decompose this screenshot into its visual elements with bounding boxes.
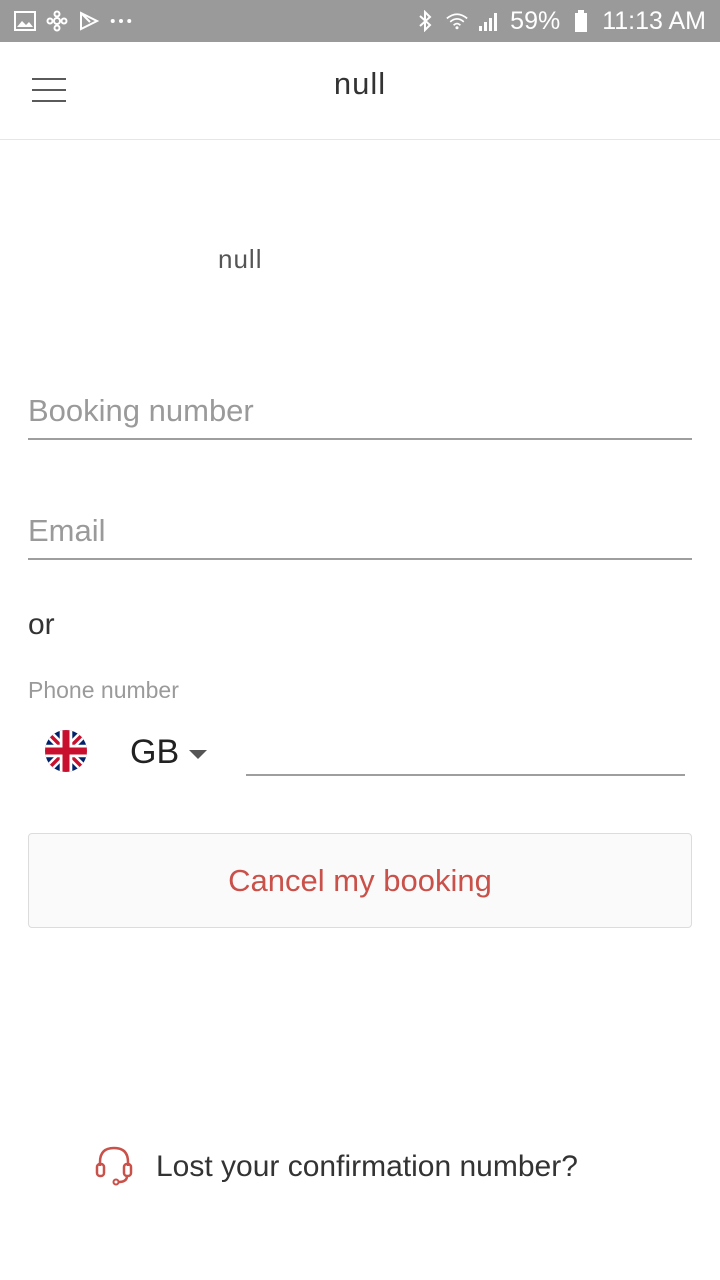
country-code-select[interactable]: GB [130,733,208,772]
clock: 11:13 AM [602,6,706,35]
country-code-value: GB [130,733,180,771]
phone-number-label: Phone number [28,677,179,703]
or-separator: or [28,608,55,641]
signal-icon [478,10,500,32]
email-input[interactable] [28,510,692,560]
status-left [14,10,132,32]
headset-icon [92,1142,136,1191]
gallery-icon [14,10,36,32]
battery-percent: 59% [510,6,561,35]
dropdown-caret-icon [189,750,208,759]
uk-flag-icon[interactable] [45,730,87,772]
status-bar: 59% 11:13 AM [0,0,720,42]
more-dots-icon [110,10,132,32]
page-subtitle: null [218,244,263,274]
battery-icon [570,10,592,32]
page-title: null [333,66,387,101]
bluetooth-icon [414,10,436,32]
lost-confirmation-text: Lost your confirmation number? [156,1149,578,1183]
booking-number-input[interactable] [28,390,692,440]
status-right: 59% 11:13 AM [414,7,706,36]
pinwheel-icon [46,10,68,32]
lost-confirmation-link[interactable]: Lost your confirmation number? [92,1142,578,1191]
app-bar: null [0,42,720,140]
wifi-icon [446,10,468,32]
cancel-booking-button[interactable]: Cancel my booking [28,833,692,928]
phone-number-input[interactable] [246,728,685,776]
play-store-icon [78,10,100,32]
